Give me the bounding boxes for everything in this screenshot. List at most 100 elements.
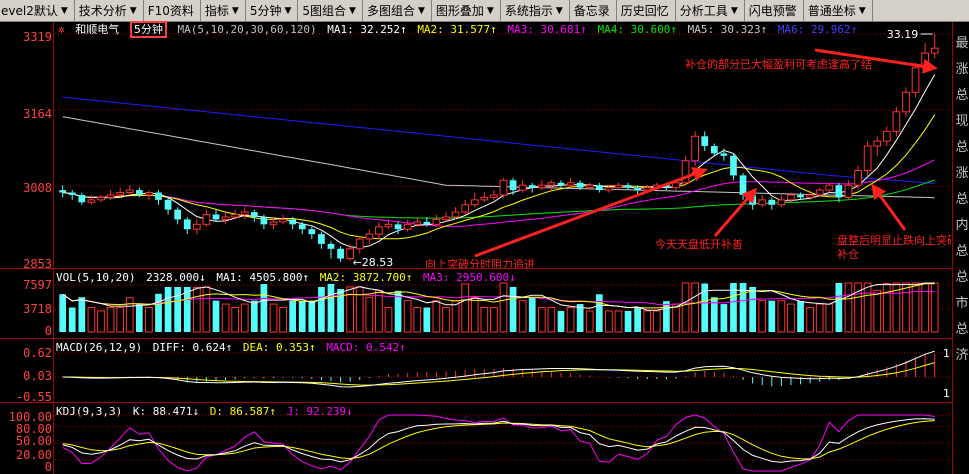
candle-body: [135, 190, 143, 195]
menu-item[interactable]: 闪电预警: [745, 0, 804, 21]
menu-item-label: 普通坐标: [807, 4, 856, 18]
volume-bar: [499, 282, 508, 333]
volume-bar: [758, 300, 767, 333]
candle-body: [442, 216, 450, 220]
candle-body: [451, 211, 460, 218]
volume-y-label: 3718: [23, 302, 52, 316]
menu-item[interactable]: evel2默认 ▼: [0, 0, 75, 21]
volume-bar: [585, 310, 594, 333]
candle-body: [930, 47, 939, 54]
menu-item[interactable]: 图形叠加 ▼: [432, 0, 501, 21]
candle-body: [125, 189, 134, 194]
candle-body: [202, 214, 211, 225]
candle-body: [298, 224, 306, 230]
volume-bar: [125, 297, 134, 333]
right-strip-label: 总: [955, 140, 969, 155]
kdj-panel: 100.00 80.00 50.00 20.00 0 KDJ(9,3,3) K:…: [0, 402, 952, 474]
candle-body: [192, 223, 201, 230]
candle-body: [327, 243, 335, 249]
volume-bar: [260, 283, 268, 332]
candle-body: [815, 189, 824, 196]
candle-body: [825, 184, 834, 191]
annotation-text: 盘整后明显止跌向上突破: [837, 233, 951, 247]
dropdown-arrow-icon: ▼: [60, 6, 68, 16]
candle-body: [528, 185, 536, 188]
volume-bar: [720, 304, 728, 332]
candle-body: [355, 238, 364, 250]
menu-item[interactable]: 指标 ▼: [201, 0, 246, 21]
menu-item[interactable]: 普通坐标 ▼: [804, 0, 873, 21]
dropdown-arrow-icon: ▼: [231, 6, 239, 16]
volume-bar: [806, 307, 814, 333]
macd-right-label: 1: [943, 347, 950, 360]
candle-body: [509, 180, 517, 191]
candle-body: [787, 194, 795, 201]
candle-body: [375, 226, 383, 235]
candle-body: [365, 233, 374, 240]
right-strip-label: 总: [955, 270, 969, 285]
volume-bar: [269, 303, 278, 333]
volume-bar: [634, 307, 641, 332]
volume-y-label: 0: [44, 324, 52, 338]
candle-body: [672, 182, 680, 189]
right-info-strip[interactable]: 最涨总现总涨总内总总市总济: [952, 22, 969, 474]
candle-body: [634, 187, 641, 191]
candle-body: [212, 214, 220, 220]
volume-bar: [327, 283, 335, 332]
menu-item[interactable]: 历史回忆: [617, 0, 676, 21]
candle-body: [768, 199, 776, 205]
menu-item[interactable]: 多图组合 ▼: [363, 0, 432, 21]
volume-bar: [442, 307, 450, 333]
right-strip-label: 济: [955, 348, 969, 363]
price-y-label: 3008: [23, 181, 52, 195]
candle-body: [605, 187, 613, 191]
volume-bar: [528, 297, 536, 332]
macd-y-axis: 0.62 0.03 -0.55: [0, 339, 54, 403]
candle-body: [384, 223, 393, 228]
menu-item-label: 技术分析: [78, 4, 127, 18]
volume-bar: [470, 296, 479, 333]
volume-bar: [566, 307, 575, 333]
volume-bar: [289, 300, 297, 332]
candle-body: [250, 212, 258, 217]
menu-item[interactable]: 备忘录: [570, 0, 617, 21]
volume-bar: [106, 307, 115, 333]
right-strip-label: 内: [955, 218, 969, 233]
menu-item[interactable]: 系统指示 ▼: [501, 0, 570, 21]
volume-bar: [787, 303, 795, 333]
menu-item[interactable]: F10资料: [144, 0, 201, 21]
candle-body: [614, 184, 623, 189]
candle-body: [413, 221, 422, 225]
candle-body: [403, 223, 412, 230]
menu-item-label: 备忘录: [573, 4, 610, 18]
volume-bar: [825, 303, 834, 333]
volume-bar: [480, 307, 489, 333]
volume-bar: [346, 286, 355, 333]
volume-y-axis: 7597 3718 0: [0, 269, 54, 338]
menu-item[interactable]: 分析工具 ▼: [676, 0, 745, 21]
volume-bar: [547, 307, 556, 333]
annotation-text: 补仓: [837, 247, 859, 261]
low-price-label: ←28.53: [353, 256, 394, 268]
volume-bar: [423, 307, 431, 332]
candle-body: [902, 91, 910, 113]
volume-bar: [844, 282, 853, 333]
candle-body: [337, 248, 344, 259]
menu-item[interactable]: 技术分析 ▼: [75, 0, 144, 21]
price-panel: 3319 3164 3008 2853 ✲ 和顺电气 5分钟 MA(5,10,2…: [0, 21, 952, 270]
volume-bar: [605, 310, 613, 333]
candle-body: [490, 194, 498, 198]
kdj-y-label: 0: [44, 460, 52, 474]
volume-bar: [797, 301, 804, 332]
candle-body: [289, 219, 297, 225]
menu-item[interactable]: 5分钟 ▼: [246, 0, 299, 21]
candle-body: [701, 136, 709, 147]
candle-body: [164, 199, 172, 210]
volume-bar: [691, 282, 699, 333]
menu-item[interactable]: 5图组合 ▼: [298, 0, 363, 21]
volume-bar: [78, 297, 86, 332]
volume-bar: [403, 300, 412, 333]
volume-bar: [221, 303, 230, 333]
volume-bar: [318, 286, 325, 332]
dropdown-arrow-icon: ▼: [349, 6, 356, 16]
